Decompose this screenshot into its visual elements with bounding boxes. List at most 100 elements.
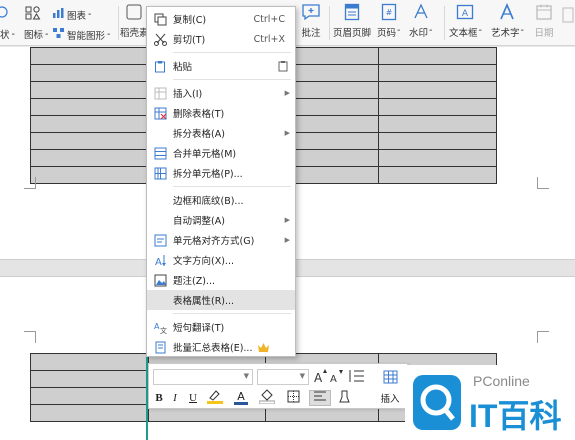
- align-button[interactable]: [309, 390, 331, 406]
- borders-button[interactable]: [283, 390, 303, 406]
- menu-item-borders-shading[interactable]: 边框和底纹(B)...: [147, 190, 295, 210]
- dropdown-mark: -: [520, 25, 524, 36]
- smart-shape-button[interactable]: 智能图形 -: [52, 27, 110, 42]
- insert-label[interactable]: 插入: [377, 390, 403, 406]
- table-cell[interactable]: [30, 404, 149, 422]
- underline-button[interactable]: U: [185, 390, 201, 406]
- watermark-button[interactable]: 水印 -: [409, 2, 432, 39]
- menu-item-paste[interactable]: 粘贴: [147, 56, 295, 76]
- shapes-label-button[interactable]: 状 -: [0, 27, 15, 42]
- textbox-label: 文本框: [449, 28, 478, 39]
- table-cell[interactable]: [30, 370, 149, 388]
- line-spacing-button[interactable]: [347, 369, 365, 385]
- clear-format-button[interactable]: [337, 390, 351, 406]
- more-button[interactable]: [562, 6, 574, 27]
- copy-icon: [153, 12, 167, 26]
- chart-button[interactable]: 图表 -: [52, 7, 91, 22]
- shrink-font-button[interactable]: A: [329, 369, 343, 385]
- date-label: 日期: [534, 28, 554, 39]
- menu-item-split-cells[interactable]: 拆分单元格(P)...: [147, 163, 295, 183]
- menu-item-batch-summary[interactable]: 批量汇总表格(E)...: [147, 337, 295, 357]
- font-color-button[interactable]: A: [231, 390, 251, 406]
- paste-options-icon[interactable]: [278, 60, 289, 75]
- insert-table-icon: [153, 86, 167, 100]
- table-cell[interactable]: [30, 132, 149, 150]
- grow-font-button[interactable]: A: [313, 368, 327, 385]
- table-cell[interactable]: [30, 149, 149, 167]
- textbox-button[interactable]: A 文本框 -: [449, 2, 482, 39]
- menu-item-cut[interactable]: 剪切(T) Ctrl+X: [147, 29, 295, 49]
- date-button[interactable]: 日期: [533, 2, 555, 39]
- smart-shape-icon: [52, 27, 65, 42]
- svg-text:A: A: [155, 257, 162, 267]
- shapes-icon: [0, 6, 10, 21]
- menu-item-caption[interactable]: 题注(Z)...: [147, 270, 295, 290]
- submenu-arrow-icon: ▶: [284, 89, 290, 97]
- table-cell[interactable]: [30, 64, 149, 82]
- table-cell[interactable]: [378, 149, 497, 167]
- shapes-button[interactable]: [0, 6, 10, 21]
- menu-item-split-table[interactable]: 拆分表格(A) ▶: [147, 123, 295, 143]
- ribbon-separator: [444, 6, 445, 40]
- table-cell[interactable]: [378, 132, 497, 150]
- highlighter-icon: [207, 389, 223, 407]
- menu-item-merge-cells[interactable]: 合并单元格(M): [147, 143, 295, 163]
- table-cell[interactable]: [30, 115, 149, 133]
- menu-separator: [173, 313, 291, 314]
- menu-item-label: 文字方向(X)...: [173, 256, 234, 267]
- page-number-button[interactable]: # 页码 -: [377, 2, 400, 39]
- table-cell[interactable]: [378, 98, 497, 116]
- docer-label: 稻壳素: [120, 28, 149, 39]
- submenu-arrow-icon: ▶: [284, 236, 290, 244]
- dropdown-mark: -: [478, 25, 482, 36]
- icons-icon-cell[interactable]: [25, 6, 41, 23]
- menu-item-table-properties[interactable]: 表格属性(R)...: [147, 290, 295, 310]
- highlight-button[interactable]: [205, 390, 225, 406]
- menu-item-label: 短句翻译(T): [173, 323, 225, 334]
- chevron-down-icon: ▼: [299, 372, 305, 380]
- menu-item-insert[interactable]: 插入(I) ▶: [147, 83, 295, 103]
- smart-shape-label: 智能图形: [67, 30, 106, 42]
- font-size-field[interactable]: ▼: [257, 369, 309, 385]
- chart-icon: [52, 7, 65, 22]
- page-number-label: 页码: [377, 28, 397, 39]
- table-cell[interactable]: [378, 64, 497, 82]
- svg-text:文: 文: [160, 326, 167, 334]
- paint-bucket-icon: [258, 389, 276, 407]
- comment-button[interactable]: 批注: [300, 2, 322, 39]
- table-cell[interactable]: [30, 81, 149, 99]
- watermark-label-row: 水印 -: [409, 25, 432, 39]
- icons-label: 图标: [24, 30, 44, 41]
- italic-button[interactable]: I: [169, 390, 181, 406]
- table-cell[interactable]: [378, 47, 497, 65]
- font-name-field[interactable]: ▼: [153, 369, 253, 385]
- insert-table-button[interactable]: [377, 370, 403, 386]
- docer-button[interactable]: 稻壳素: [120, 2, 149, 39]
- menu-item-autofit[interactable]: 自动调整(A) ▶: [147, 210, 295, 230]
- chevron-down-icon: ▼: [243, 372, 249, 380]
- table-cell[interactable]: [30, 166, 149, 184]
- icons-button[interactable]: 图标 -: [24, 27, 48, 42]
- table-cell[interactable]: [30, 353, 149, 371]
- table-cell[interactable]: [378, 81, 497, 99]
- table-cell[interactable]: [378, 166, 497, 184]
- mini-toolbar: ▼ ▼ A A B I U A 插入: [148, 363, 408, 409]
- table-cell[interactable]: [30, 387, 149, 405]
- menu-item-translate[interactable]: A文 短句翻译(T): [147, 317, 295, 337]
- chart-label: 图表: [67, 10, 87, 22]
- header-footer-button[interactable]: 页眉页脚: [333, 2, 371, 39]
- menu-item-label: 拆分表格(A): [173, 129, 225, 140]
- table-cell[interactable]: [30, 98, 149, 116]
- shading-button[interactable]: [257, 389, 277, 407]
- bold-button[interactable]: B: [153, 390, 165, 406]
- table-cell[interactable]: [378, 115, 497, 133]
- menu-item-cell-alignment[interactable]: 单元格对齐方式(G) ▶: [147, 230, 295, 250]
- menu-item-text-direction[interactable]: A 文字方向(X)...: [147, 250, 295, 270]
- brand-top-text: PConline: [473, 373, 530, 389]
- table-cell[interactable]: [30, 47, 149, 65]
- wordart-button[interactable]: 艺术字 -: [491, 2, 524, 39]
- menu-item-copy[interactable]: 复制(C) Ctrl+C: [147, 9, 295, 29]
- menu-item-label: 合并单元格(M): [173, 149, 237, 160]
- paste-icon: [153, 59, 167, 73]
- menu-item-delete-table[interactable]: 删除表格(T): [147, 103, 295, 123]
